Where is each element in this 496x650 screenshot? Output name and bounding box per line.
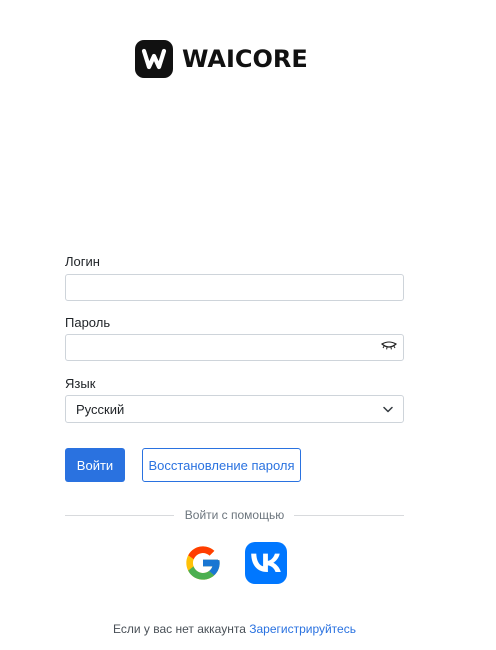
- register-prompt: Если у вас нет аккаунта Зарегистрируйтес…: [0, 621, 469, 637]
- password-label: Пароль: [65, 315, 111, 330]
- login-input[interactable]: [65, 274, 404, 301]
- brand-name: WAICORE: [182, 45, 308, 73]
- chevron-down-icon: [383, 404, 393, 414]
- language-select[interactable]: Русский: [65, 395, 404, 423]
- google-icon: [186, 546, 220, 580]
- login-label: Логин: [65, 254, 100, 269]
- login-button[interactable]: Войти: [65, 448, 125, 482]
- vk-login-button[interactable]: [245, 542, 287, 584]
- vk-icon: [251, 553, 281, 572]
- google-login-button[interactable]: [183, 543, 223, 583]
- language-selected-value: Русский: [76, 401, 125, 417]
- password-field-wrap: [65, 334, 404, 361]
- brand-logo: WAICORE: [135, 40, 308, 78]
- divider-line-right: [294, 515, 404, 516]
- w-logo-icon: [135, 40, 173, 78]
- eye-closed-icon[interactable]: [380, 339, 398, 355]
- restore-password-button[interactable]: Восстановление пароля: [142, 448, 301, 482]
- register-link[interactable]: Зарегистрируйтесь: [249, 622, 356, 636]
- register-prompt-text: Если у вас нет аккаунта: [113, 622, 246, 636]
- password-input[interactable]: [65, 334, 404, 361]
- language-label: Язык: [65, 376, 96, 391]
- social-divider: Войти с помощью: [65, 507, 404, 523]
